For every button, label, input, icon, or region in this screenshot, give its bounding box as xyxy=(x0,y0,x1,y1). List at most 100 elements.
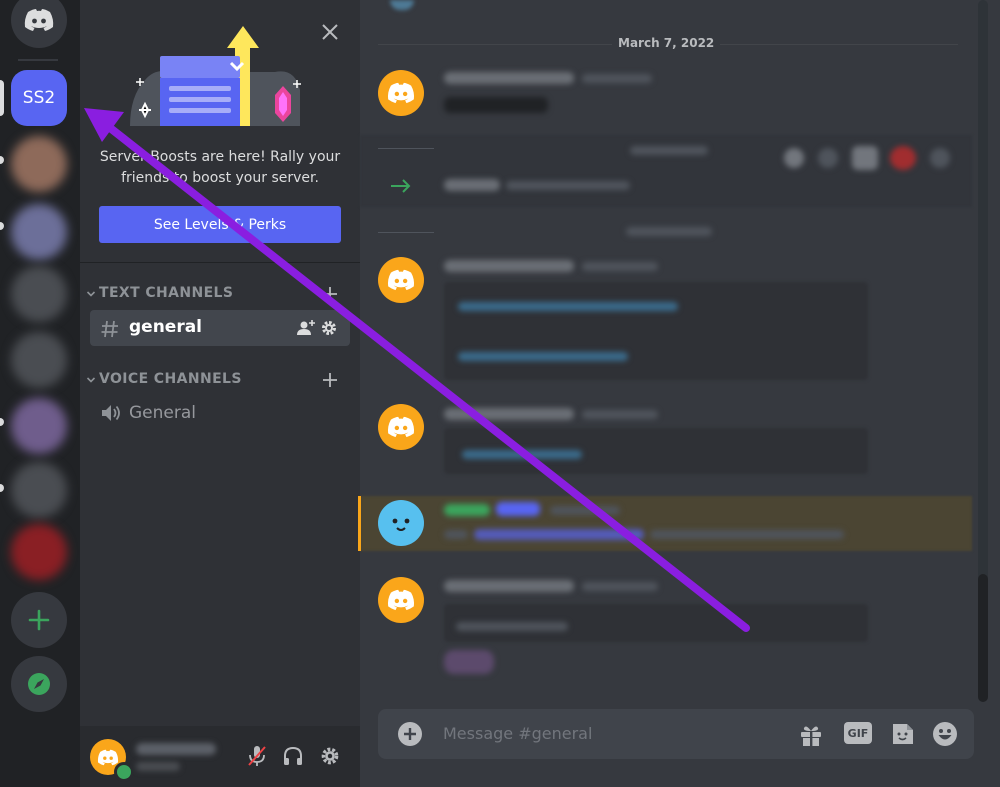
online-status-dot xyxy=(114,762,134,782)
message-time-blurred xyxy=(550,506,620,515)
embed-link-blurred xyxy=(458,352,628,361)
user-settings-gear-icon[interactable] xyxy=(320,746,340,766)
chevron-down-icon xyxy=(86,291,96,297)
reaction-blurred xyxy=(930,148,950,168)
headphones-icon[interactable] xyxy=(282,745,304,767)
message-avatar[interactable] xyxy=(378,70,424,116)
boost-illustration-icon xyxy=(130,26,301,126)
category-text-label: TEXT CHANNELS xyxy=(99,285,234,301)
server-icon-blurred[interactable] xyxy=(11,398,67,454)
mentioning-user-avatar[interactable] xyxy=(378,500,424,546)
unread-pip xyxy=(0,484,4,492)
boost-banner-text-line2: friends to boost your server. xyxy=(121,170,319,186)
reaction-blurred xyxy=(784,148,804,168)
discord-logo-icon xyxy=(387,416,415,438)
channel-general-text-label: general xyxy=(129,317,203,337)
date-divider: March 7, 2022 xyxy=(612,36,721,50)
active-server-pill xyxy=(0,80,4,116)
message-content-blurred xyxy=(444,97,548,113)
category-voice-channels[interactable]: VOICE CHANNELS xyxy=(84,370,348,390)
row-separator xyxy=(378,148,434,149)
create-channel-plus-icon[interactable] xyxy=(322,372,338,388)
category-text-channels[interactable]: TEXT CHANNELS xyxy=(84,284,348,304)
channel-general-voice[interactable]: General xyxy=(90,396,350,430)
boost-banner: Server Boosts are here! Rally your frien… xyxy=(80,0,360,262)
message-author-blurred xyxy=(444,580,574,592)
message-author-blurred xyxy=(444,408,574,420)
close-banner-button[interactable] xyxy=(318,20,342,44)
speaker-icon xyxy=(102,405,120,421)
discord-logo-icon xyxy=(24,9,54,31)
server-icon-blurred[interactable] xyxy=(11,524,67,580)
mention-highlight-bar xyxy=(358,496,361,551)
gif-label: GIF xyxy=(847,726,869,740)
embed-text-blurred xyxy=(456,622,568,631)
chevron-down-icon xyxy=(86,377,96,383)
join-arrow-icon xyxy=(391,179,411,193)
compass-icon xyxy=(28,673,50,695)
message-author-blurred xyxy=(444,72,574,84)
gif-picker-button[interactable]: GIF xyxy=(844,722,872,744)
mute-microphone-icon[interactable] xyxy=(246,744,268,768)
reaction-blurred xyxy=(818,148,838,168)
message-time-blurred xyxy=(630,146,708,155)
message-input-placeholder: Message #general xyxy=(443,724,593,743)
category-voice-label: VOICE CHANNELS xyxy=(99,371,242,387)
message-input[interactable]: Message #general xyxy=(443,724,592,743)
user-panel xyxy=(80,726,360,787)
invite-member-icon[interactable] xyxy=(296,319,316,337)
message-composer: Message #general GIF xyxy=(378,709,974,759)
discord-logo-icon xyxy=(97,749,119,765)
username-blurred xyxy=(136,743,216,755)
message-time-blurred xyxy=(582,410,658,419)
mention-link-blurred xyxy=(474,529,644,540)
channel-general-text[interactable]: general xyxy=(90,310,350,346)
reaction-blurred[interactable] xyxy=(444,650,494,674)
discord-logo-icon xyxy=(387,82,415,104)
hashtag-icon xyxy=(101,320,118,338)
emoji-picker-icon[interactable] xyxy=(932,721,958,747)
see-levels-perks-button[interactable]: See Levels & Perks xyxy=(99,206,341,243)
embed-blurred xyxy=(444,282,868,380)
home-button[interactable] xyxy=(11,0,67,48)
chat-scrollbar-thumb[interactable] xyxy=(978,574,988,702)
close-icon xyxy=(322,24,338,40)
server-icon-blurred[interactable] xyxy=(11,332,67,388)
message-avatar[interactable] xyxy=(378,404,424,450)
upload-button[interactable] xyxy=(398,722,422,746)
join-author-blurred xyxy=(444,179,500,191)
create-channel-plus-icon[interactable] xyxy=(322,286,338,302)
see-levels-perks-label: See Levels & Perks xyxy=(153,216,287,233)
unread-pip xyxy=(0,156,4,164)
server-rail: SS2 xyxy=(0,0,80,787)
reaction-blurred xyxy=(890,146,916,170)
mention-text-blurred xyxy=(650,530,844,539)
reaction-blurred xyxy=(852,146,878,170)
discord-logo-icon xyxy=(387,269,415,291)
boost-banner-text-line1: Server Boosts are here! Rally your xyxy=(99,149,341,165)
mention-text-blurred xyxy=(444,530,468,539)
gift-icon[interactable] xyxy=(798,722,824,748)
user-tag-blurred xyxy=(136,762,180,771)
message-avatar[interactable] xyxy=(378,577,424,623)
join-text-blurred xyxy=(506,181,630,190)
gear-icon[interactable] xyxy=(320,319,338,337)
row-separator xyxy=(378,232,434,233)
add-server-button[interactable] xyxy=(11,592,67,648)
rail-divider xyxy=(18,59,58,61)
channel-sidebar: Server Boosts are here! Rally your frien… xyxy=(80,0,360,787)
server-icon-blurred[interactable] xyxy=(11,462,67,518)
server-icon-blurred[interactable] xyxy=(11,204,67,260)
server-icon-blurred[interactable] xyxy=(11,266,67,322)
server-ss2-button[interactable]: SS2 xyxy=(11,70,67,126)
server-icon-blurred[interactable] xyxy=(11,136,67,192)
embed-link-blurred xyxy=(458,302,678,311)
add-attachment-plus-icon xyxy=(404,728,416,740)
sticker-icon[interactable] xyxy=(890,721,916,747)
boost-banner-text: Server Boosts are here! Rally your frien… xyxy=(90,147,350,189)
message-time-blurred xyxy=(582,582,658,591)
message-avatar[interactable] xyxy=(378,257,424,303)
message-time-blurred xyxy=(582,262,658,271)
explore-servers-button[interactable] xyxy=(11,656,67,712)
server-ss2-label: SS2 xyxy=(22,88,56,108)
